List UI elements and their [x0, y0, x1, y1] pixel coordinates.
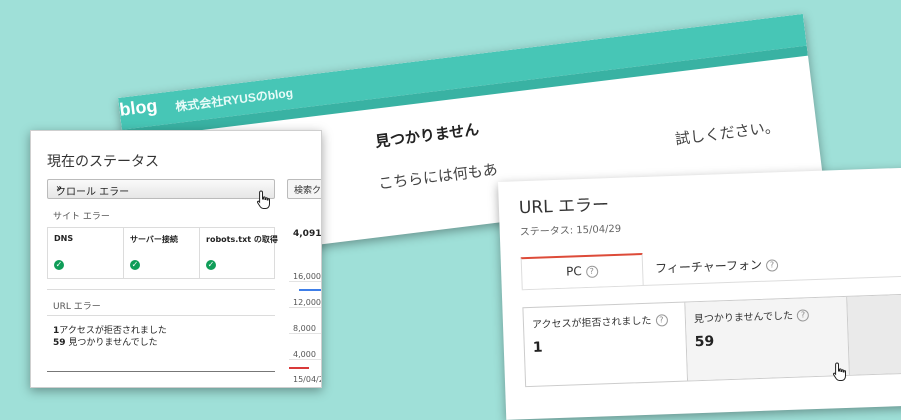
site-error-robots: robots.txt の取得 ✓	[200, 228, 278, 278]
blog-header-bar	[118, 13, 807, 130]
search-clicks-value: 4,091	[293, 229, 322, 239]
crawl-errors-button[interactable]: クロール エラー »	[47, 179, 275, 199]
tab-label: PC	[565, 264, 583, 279]
double-chevron-right-icon: »	[56, 183, 63, 194]
help-icon[interactable]: ?	[765, 258, 779, 272]
chart-line-segment	[299, 289, 321, 291]
help-icon[interactable]: ?	[585, 265, 599, 278]
divider	[47, 289, 275, 290]
current-status-panel: 現在のステータス クロール エラー » サイト エラー DNS ✓ サーバー接続…	[30, 130, 322, 388]
metric-value: 1	[532, 339, 543, 356]
url-error-text: 見つかりませんでした	[68, 338, 158, 348]
axis-tick-label: 12,000	[293, 298, 321, 307]
grid-line	[289, 307, 321, 308]
divider	[47, 315, 275, 316]
not-found-heading: 見つかりません	[374, 120, 481, 151]
not-found-message: こちらには何もあ	[377, 160, 499, 193]
site-error-label: robots.txt の取得	[206, 235, 278, 244]
url-errors-title: URL エラー	[518, 195, 610, 219]
site-error-dns: DNS ✓	[48, 228, 124, 278]
grid-line	[289, 359, 321, 360]
metric-placeholder	[847, 294, 901, 375]
check-circle-icon: ✓	[206, 260, 216, 270]
check-circle-icon: ✓	[54, 260, 64, 270]
axis-date-label: 15/04/2	[293, 375, 322, 384]
site-error-label: サーバー接続	[130, 235, 178, 244]
grid-line	[289, 281, 321, 282]
site-errors-table: DNS ✓ サーバー接続 ✓ robots.txt の取得 ✓	[47, 227, 278, 279]
metric-value: 59	[694, 333, 715, 351]
tab-pc[interactable]: PC?	[520, 252, 644, 290]
axis-tick-label: 8,000	[293, 324, 316, 333]
hand-pointer-icon	[256, 190, 270, 209]
site-error-label: DNS	[54, 234, 74, 243]
metric-access-denied[interactable]: アクセスが拒否されました? 1	[523, 302, 689, 387]
tab-feature-phone[interactable]: フィーチャーフォン?	[643, 246, 844, 285]
axis-tick-label: 16,000	[293, 272, 321, 281]
hand-pointer-icon	[832, 362, 846, 381]
search-analytics-label: 検索ク	[294, 186, 322, 196]
axis-tick-label: 4,000	[293, 350, 316, 359]
grid-line	[289, 333, 321, 334]
status-date: ステータス: 15/04/29	[519, 223, 622, 239]
url-errors-label: URL エラー	[53, 302, 101, 312]
tab-label: フィーチャーフォン	[654, 257, 763, 276]
check-circle-icon: ✓	[130, 260, 140, 270]
metric-not-found[interactable]: 見つかりませんでした? 59	[685, 296, 850, 381]
divider	[47, 371, 275, 372]
url-error-line-not-found[interactable]: 59 見つかりませんでした	[53, 335, 158, 348]
site-error-server: サーバー接続 ✓	[124, 228, 200, 278]
metric-label: アクセスが拒否されました	[531, 315, 652, 331]
url-error-count: 59	[53, 338, 66, 348]
site-errors-label: サイト エラー	[53, 212, 110, 222]
help-icon[interactable]: ?	[655, 314, 668, 327]
not-found-message-end: 試しください。	[674, 117, 781, 149]
chart-line-segment	[289, 367, 309, 369]
metric-label: 見つかりませんでした	[693, 310, 794, 326]
device-tabs: PC? フィーチャーフォン?	[520, 243, 901, 291]
status-title: 現在のステータス	[47, 154, 159, 170]
search-analytics-button[interactable]: 検索ク	[287, 179, 322, 199]
help-icon[interactable]: ?	[796, 309, 810, 322]
